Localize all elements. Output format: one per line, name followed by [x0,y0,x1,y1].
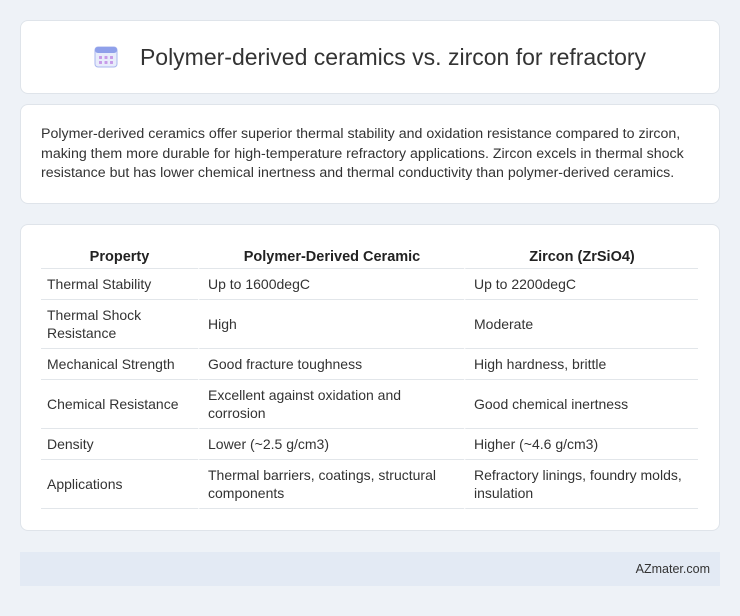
cell-zircon: Higher (~4.6 g/cm3) [464,429,698,460]
cell-pdc: Up to 1600degC [198,269,464,300]
cell-property: Chemical Resistance [41,380,198,429]
header-polymer-derived-ceramic: Polymer-Derived Ceramic [198,247,464,269]
cell-property: Applications [41,460,198,509]
cell-zircon: Good chemical inertness [464,380,698,429]
cell-pdc: High [198,300,464,349]
cell-property: Thermal Stability [41,269,198,300]
page-title: Polymer-derived ceramics vs. zircon for … [139,43,647,70]
title-wrap: Polymer-derived ceramics vs. zircon for … [94,44,646,71]
table-row: Thermal Shock Resistance High Moderate [41,300,698,349]
summary-text: Polymer-derived ceramics offer superior … [41,126,684,181]
footer: AZmater.com [20,552,720,586]
table-row: Thermal Stability Up to 1600degC Up to 2… [41,269,698,300]
cell-pdc: Good fracture toughness [198,349,464,380]
cell-zircon: Moderate [464,300,698,349]
cell-zircon: Up to 2200degC [464,269,698,300]
table-row: Density Lower (~2.5 g/cm3) Higher (~4.6 … [41,429,698,460]
cell-property: Thermal Shock Resistance [41,300,198,349]
cell-pdc: Thermal barriers, coatings, structural c… [198,460,464,509]
table-row: Applications Thermal barriers, coatings,… [41,460,698,509]
table-row: Chemical Resistance Excellent against ox… [41,380,698,429]
table-header-row: Property Polymer-Derived Ceramic Zircon … [41,247,698,269]
footer-brand[interactable]: AZmater.com [636,562,710,576]
cell-zircon: High hardness, brittle [464,349,698,380]
cell-zircon: Refractory linings, foundry molds, insul… [464,460,698,509]
header-property: Property [41,247,198,269]
calendar-grid-icon [94,46,118,68]
table-row: Mechanical Strength Good fracture toughn… [41,349,698,380]
cell-property: Mechanical Strength [41,349,198,380]
comparison-table-card: Property Polymer-Derived Ceramic Zircon … [20,224,720,531]
cell-property: Density [41,429,198,460]
comparison-table: Property Polymer-Derived Ceramic Zircon … [41,247,698,509]
cell-pdc: Lower (~2.5 g/cm3) [198,429,464,460]
header-zircon: Zircon (ZrSiO4) [464,247,698,269]
title-card: Polymer-derived ceramics vs. zircon for … [20,20,720,94]
summary-card: Polymer-derived ceramics offer superior … [20,104,720,204]
cell-pdc: Excellent against oxidation and corrosio… [198,380,464,429]
